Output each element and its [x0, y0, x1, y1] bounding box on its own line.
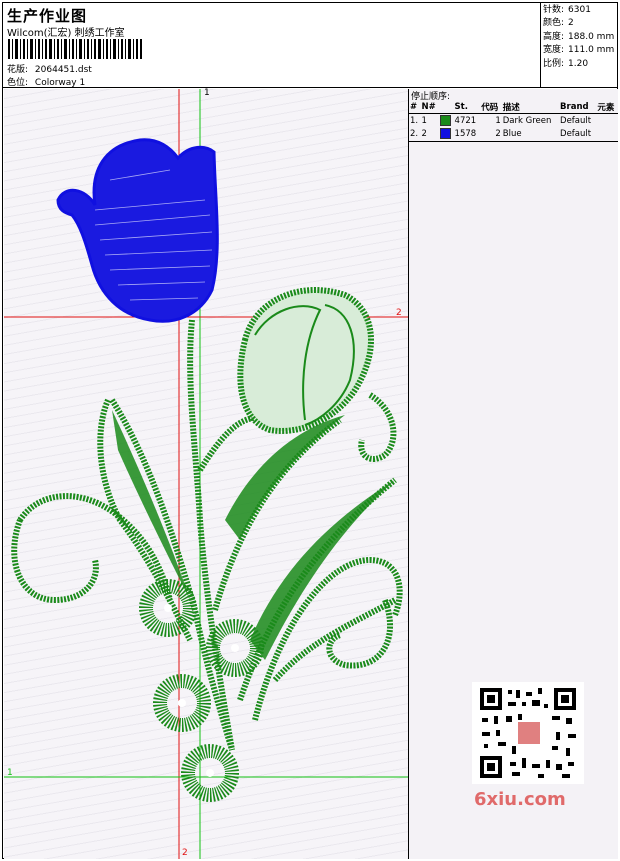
blue-tulip [56, 138, 219, 323]
guide-label-h2: 2 [396, 308, 402, 318]
table-row[interactable]: 1. 1 4721 1 Dark Green Default [409, 114, 618, 128]
guide-label-h1: 1 [7, 768, 13, 778]
tulip-bud [237, 287, 374, 434]
col-code: 代码 [480, 101, 502, 114]
color-swatch-blue [439, 128, 451, 139]
col-hash: # [409, 101, 421, 114]
col-color [438, 101, 454, 114]
small-flowers [139, 579, 264, 802]
color-swatch-green [439, 115, 451, 126]
col-desc: 描述 [501, 101, 560, 114]
table-row[interactable]: 2. 2 1578 2 Blue Default [409, 127, 618, 140]
panel-divider [409, 141, 618, 142]
col-n: N# [420, 101, 439, 114]
col-brand: Brand [559, 101, 597, 114]
stop-sequence-table: # N# St. 代码 描述 Brand 元素 1. 1 4721 1 Dark… [409, 101, 618, 140]
guide-label-v2: 2 [182, 848, 188, 858]
col-element: 元素 [596, 101, 618, 114]
table-header: # N# St. 代码 描述 Brand 元素 [409, 101, 618, 114]
qr-code-icon [472, 682, 584, 784]
guide-label-v1: 1 [204, 88, 210, 98]
watermark-text: 6xiu.com [474, 789, 566, 810]
col-stitches: St. [453, 101, 481, 114]
